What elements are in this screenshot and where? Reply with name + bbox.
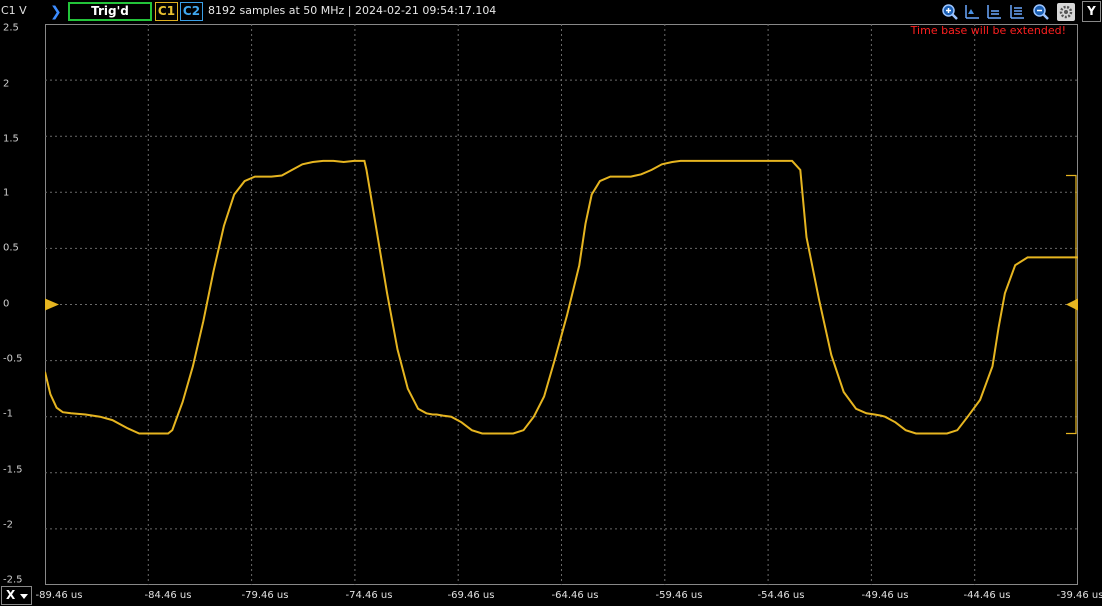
y-tick-label: -1 bbox=[3, 408, 13, 420]
waveform-plot[interactable] bbox=[45, 24, 1078, 585]
x-tick-label: -84.46 us bbox=[144, 590, 192, 601]
x-tick-label: -59.46 us bbox=[655, 590, 703, 601]
x-tick-label: -64.46 us bbox=[551, 590, 599, 601]
y-tick-label: -1.5 bbox=[3, 464, 23, 476]
plot-grid bbox=[45, 24, 1078, 585]
x-tick-label: -79.46 us bbox=[241, 590, 289, 601]
zoom-in-icon[interactable] bbox=[941, 3, 959, 21]
cursor-c-icon[interactable] bbox=[1008, 3, 1026, 21]
scope-window: C1 V ❯ Trig'd C1 C2 8192 samples at 50 M… bbox=[0, 0, 1102, 606]
x-tick-label: -39.46 us bbox=[1056, 590, 1102, 601]
settings-icon[interactable] bbox=[1057, 3, 1075, 21]
chevron-down-icon bbox=[20, 594, 28, 599]
y-tick-label: -0.5 bbox=[3, 353, 23, 365]
run-arrow-icon[interactable]: ❯ bbox=[50, 2, 64, 22]
x-button-label: X bbox=[6, 588, 16, 602]
channel-2-button[interactable]: C2 bbox=[180, 2, 203, 21]
y-tick-label: -2 bbox=[3, 519, 13, 531]
x-tick-label: -49.46 us bbox=[861, 590, 909, 601]
x-tick-label: -44.46 us bbox=[963, 590, 1011, 601]
y-tick-label: 2 bbox=[3, 78, 10, 90]
y-tick-label: 2.5 bbox=[3, 22, 19, 34]
x-tick-label: -74.46 us bbox=[345, 590, 393, 601]
y-tick-label: -2.5 bbox=[3, 574, 23, 586]
channel-1-button[interactable]: C1 bbox=[155, 2, 178, 21]
x-tick-label: -69.46 us bbox=[447, 590, 495, 601]
y-tick-label: 1.5 bbox=[3, 133, 19, 145]
channel-unit-label: C1 V bbox=[1, 4, 27, 17]
y-tick-label: 1 bbox=[3, 187, 10, 199]
channel-1-trace bbox=[45, 159, 1078, 435]
y-tick-label: 0 bbox=[3, 298, 10, 310]
cursor-a-icon[interactable] bbox=[963, 3, 981, 21]
ground-level-marker bbox=[45, 298, 59, 311]
top-bar: C1 V ❯ Trig'd C1 C2 8192 samples at 50 M… bbox=[0, 0, 1102, 24]
x-axis-button[interactable]: X bbox=[1, 586, 32, 605]
cursor-b-icon[interactable] bbox=[985, 3, 1003, 21]
y-tick-label: 0.5 bbox=[3, 242, 19, 254]
acquisition-info: 8192 samples at 50 MHz | 2024-02-21 09:5… bbox=[208, 4, 497, 17]
x-tick-label: -89.46 us bbox=[35, 590, 83, 601]
zoom-out-icon[interactable] bbox=[1032, 3, 1050, 21]
y-axis-button[interactable]: Y bbox=[1082, 1, 1101, 22]
x-tick-label: -54.46 us bbox=[757, 590, 805, 601]
trigger-status[interactable]: Trig'd bbox=[68, 2, 152, 21]
